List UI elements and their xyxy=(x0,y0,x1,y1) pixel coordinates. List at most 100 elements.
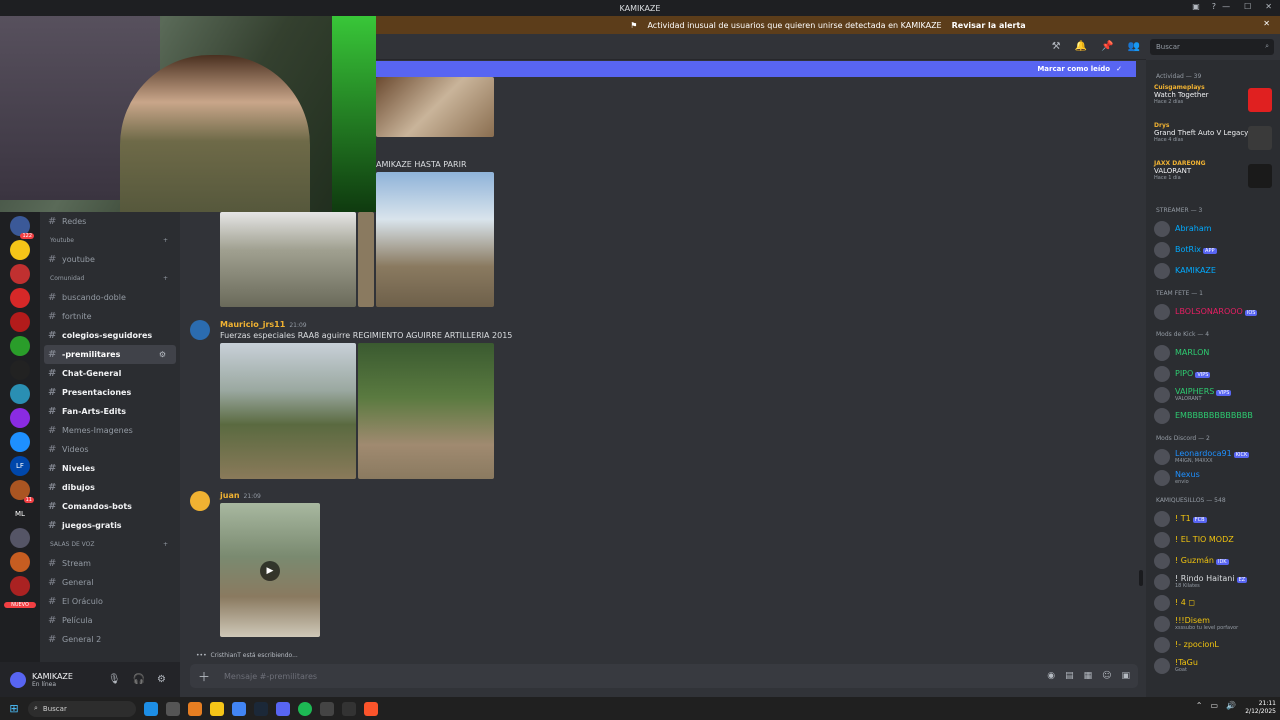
channel-item[interactable]: # General xyxy=(40,573,180,592)
inbox-icon[interactable]: ▣ xyxy=(1192,2,1200,11)
message-author[interactable]: Mauricio_jrs11 21:09 xyxy=(220,320,307,329)
attached-image[interactable] xyxy=(376,77,494,137)
members-icon[interactable]: 👥 xyxy=(1128,41,1140,52)
attached-image[interactable] xyxy=(358,212,374,307)
tray-arrow-icon[interactable]: ⌃ xyxy=(1196,701,1203,710)
chat-scrollbar[interactable] xyxy=(1139,570,1143,586)
server-icon[interactable]: LF xyxy=(10,456,30,476)
chrome-icon[interactable] xyxy=(232,701,246,716)
spotify-icon[interactable] xyxy=(298,701,312,716)
minimize-icon[interactable]: — xyxy=(1222,2,1230,11)
steam-icon[interactable] xyxy=(254,701,268,716)
network-icon[interactable]: ▭ xyxy=(1210,701,1218,710)
channel-category[interactable]: Youtube + xyxy=(40,231,180,250)
add-channel-icon[interactable]: + xyxy=(163,237,168,244)
channel-item[interactable]: # fortnite xyxy=(40,307,180,326)
close-window-icon[interactable]: ✕ xyxy=(1265,2,1272,11)
member-item[interactable]: Abraham xyxy=(1146,218,1280,239)
play-icon[interactable]: ▶ xyxy=(260,561,280,581)
member-item[interactable]: ! T1 FCB xyxy=(1146,508,1280,529)
threads-icon[interactable]: ⚒ xyxy=(1052,41,1061,52)
member-item[interactable]: Leonardoca91 KICK M4IGN, M4XXX xyxy=(1146,446,1280,467)
help-icon[interactable]: ? xyxy=(1212,2,1216,11)
member-item[interactable]: KAMIKAZE xyxy=(1146,260,1280,281)
server-icon[interactable] xyxy=(10,552,30,572)
channel-item[interactable]: # -premilitares ⚙ xyxy=(44,345,176,364)
close-alert-icon[interactable]: ✕ xyxy=(1263,19,1270,28)
member-item[interactable]: ! 4 ◻ xyxy=(1146,592,1280,613)
app-icon[interactable] xyxy=(166,701,180,716)
channel-item[interactable]: # Presentaciones xyxy=(40,383,180,402)
activity-card[interactable]: Cuisgameplays Watch Together Hace 2 días xyxy=(1146,84,1280,122)
member-item[interactable]: ! Guzmán IDK xyxy=(1146,550,1280,571)
member-item[interactable]: !!!Disem xsssubo tu level porfavor xyxy=(1146,613,1280,634)
server-icon[interactable] xyxy=(10,576,30,596)
member-item[interactable]: Nexus envio xyxy=(1146,467,1280,488)
member-item[interactable]: ! Rindo Haitani EZ 18 Kilates xyxy=(1146,571,1280,592)
system-clock[interactable]: 21:11 2/12/2025 xyxy=(1245,700,1276,716)
server-icon[interactable] xyxy=(10,408,30,428)
server-icon[interactable] xyxy=(10,432,30,452)
member-item[interactable]: !TaGu Goat xyxy=(1146,655,1280,676)
member-item[interactable]: PIPO VIPS xyxy=(1146,363,1280,384)
microphone-icon[interactable]: 🎙 xyxy=(108,674,121,685)
mark-read-label[interactable]: Marcar como leído xyxy=(1037,65,1110,73)
channel-item[interactable]: # Niveles xyxy=(40,459,180,478)
author-avatar[interactable] xyxy=(190,320,210,340)
activity-card[interactable]: Drys Grand Theft Auto V Legacy Hace 4 días xyxy=(1146,122,1280,160)
channel-item[interactable]: # Memes-Imagenes xyxy=(40,421,180,440)
channel-category[interactable]: SALAS DE VOZ + xyxy=(40,535,180,554)
channel-item[interactable]: # dibujos xyxy=(40,478,180,497)
review-alert-link[interactable]: Revisar la alerta xyxy=(952,21,1026,30)
server-icon[interactable] xyxy=(10,312,30,332)
file-explorer-icon[interactable] xyxy=(210,701,224,716)
server-icon[interactable] xyxy=(10,528,30,548)
app-icon[interactable] xyxy=(320,701,334,716)
channel-item[interactable]: # Película xyxy=(40,611,180,630)
gif-icon[interactable]: ▤ xyxy=(1065,671,1074,681)
server-icon[interactable] xyxy=(10,384,30,404)
member-item[interactable]: EMBBBBBBBBBBBB xyxy=(1146,405,1280,426)
emoji-icon[interactable]: ☺ xyxy=(1102,671,1111,681)
attached-image[interactable] xyxy=(220,212,356,307)
channel-item[interactable]: # juegos-gratis xyxy=(40,516,180,535)
channel-category[interactable]: Comunidad + xyxy=(40,269,180,288)
server-icon[interactable]: 122 xyxy=(10,216,34,239)
channel-item[interactable]: # Redes xyxy=(40,212,180,231)
sticker-icon[interactable]: ▦ xyxy=(1084,671,1093,681)
pin-icon[interactable]: 📌 xyxy=(1101,41,1113,52)
volume-icon[interactable]: 🔊 xyxy=(1226,701,1236,710)
author-avatar[interactable] xyxy=(190,491,210,511)
member-item[interactable]: ! EL TIO MODZ xyxy=(1146,529,1280,550)
channel-item[interactable]: # General 2 xyxy=(40,630,180,649)
discord-icon[interactable] xyxy=(276,701,290,716)
edge-icon[interactable] xyxy=(144,701,158,716)
member-item[interactable]: LBOLSONAROOO IOS xyxy=(1146,301,1280,322)
channel-item[interactable]: # youtube xyxy=(40,250,180,269)
server-icon[interactable] xyxy=(10,240,30,260)
add-attachment-icon[interactable]: ＋ xyxy=(198,668,210,685)
attached-image[interactable] xyxy=(220,343,356,479)
add-channel-icon[interactable]: + xyxy=(163,541,168,548)
new-messages-banner[interactable]: Marcar como leído ✓ xyxy=(376,61,1136,77)
video-attachment[interactable]: ▶ xyxy=(220,503,320,637)
headphones-icon[interactable]: 🎧 xyxy=(133,674,145,685)
brave-icon[interactable] xyxy=(364,701,378,716)
message-author[interactable]: juan 21:09 xyxy=(220,491,261,500)
channel-item[interactable]: # Stream xyxy=(40,554,180,573)
channel-item[interactable]: # buscando-doble xyxy=(40,288,180,307)
channel-settings-icon[interactable]: ⚙ xyxy=(159,350,166,359)
app-icon[interactable] xyxy=(188,701,202,716)
server-icon[interactable] xyxy=(10,360,30,380)
add-channel-icon[interactable]: + xyxy=(163,275,168,282)
gift-icon[interactable]: ◉ xyxy=(1047,671,1055,681)
activity-card[interactable]: JAXX DAREONG VALORANT Hace 1 día xyxy=(1146,160,1280,198)
server-icon[interactable]: 11 xyxy=(10,480,34,503)
taskbar-search[interactable]: ⌕ Buscar xyxy=(28,700,136,717)
windows-start-icon[interactable]: ⊞ xyxy=(0,702,28,715)
channel-item[interactable]: # Fan-Arts-Edits xyxy=(40,402,180,421)
apps-icon[interactable]: ▣ xyxy=(1121,671,1130,681)
channel-item[interactable]: # El Oráculo xyxy=(40,592,180,611)
server-icon[interactable] xyxy=(10,264,30,284)
app-icon[interactable] xyxy=(342,701,356,716)
